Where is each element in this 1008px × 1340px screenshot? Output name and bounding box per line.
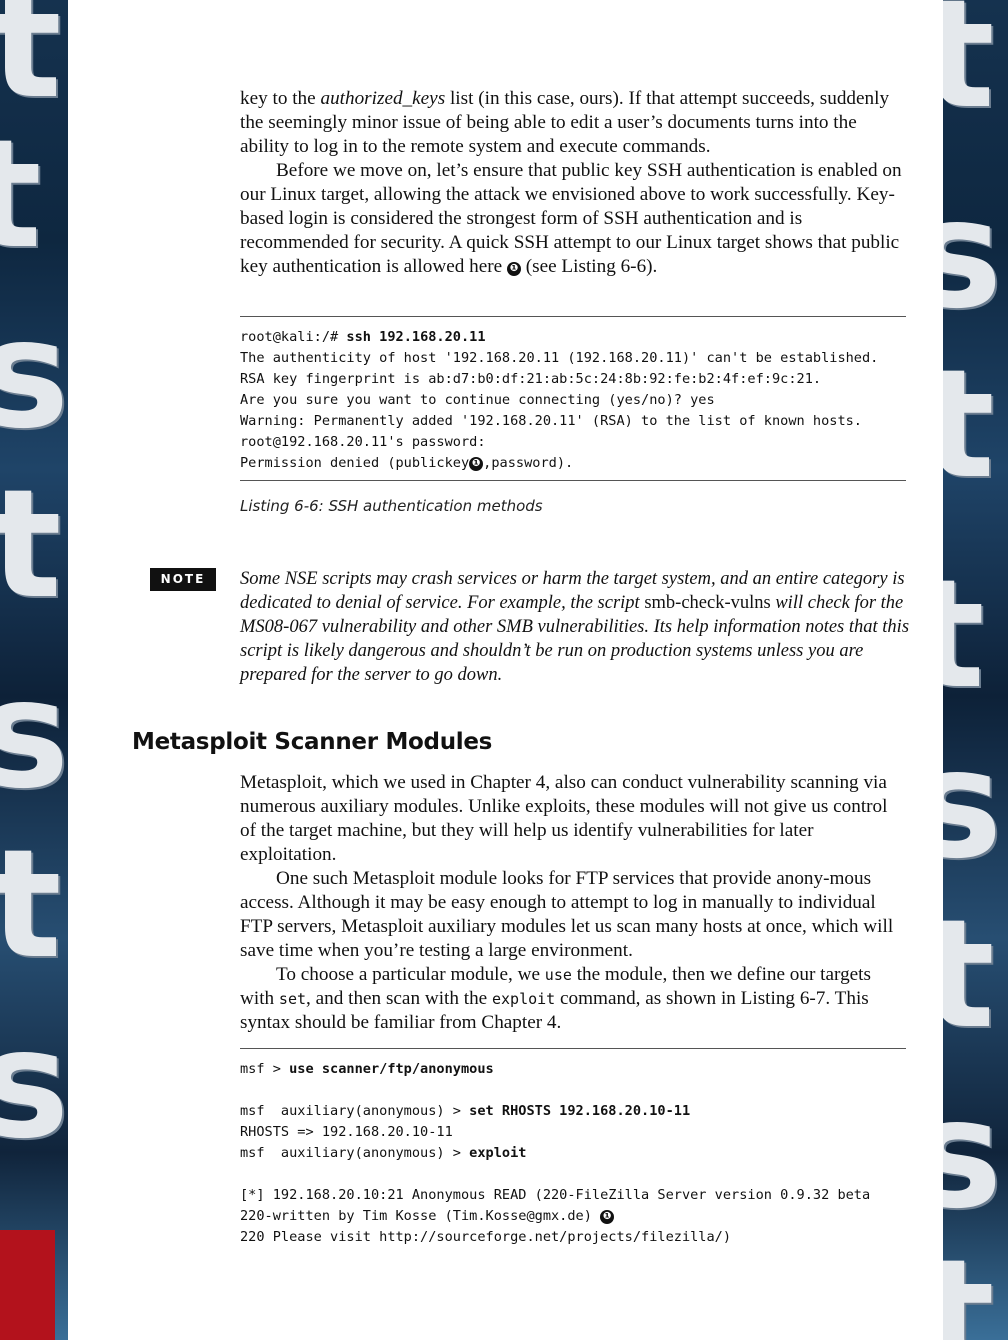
- inline-code: use: [544, 966, 572, 984]
- strip-letter: t: [943, 548, 985, 722]
- strip-letter: t: [0, 818, 62, 992]
- strip-letter: s: [943, 1068, 1003, 1242]
- paragraph: One such Metasploit module looks for FTP…: [240, 868, 894, 961]
- code-line: The authenticity of host '192.168.20.11 …: [240, 350, 879, 366]
- inline-code: exploit: [491, 990, 556, 1008]
- code-line: root@192.168.20.11's password:: [240, 434, 486, 450]
- strip-letter: s: [943, 718, 1003, 892]
- code-line: msf > use scanner/ftp/anonymous: [240, 1061, 494, 1077]
- code-listing-6-6: root@kali:/# ssh 192.168.20.11 The authe…: [240, 316, 906, 481]
- code-line: 220 Please visit http://sourceforge.net/…: [240, 1229, 732, 1245]
- code-line: RSA key fingerprint is ab:d7:b0:df:21:ab…: [240, 371, 822, 387]
- code-line: [*] 192.168.20.10:21 Anonymous READ (220…: [240, 1187, 871, 1203]
- left-decorative-strip: t t s t s t s: [0, 0, 68, 1340]
- inline-code: set: [278, 990, 307, 1008]
- red-accent: [0, 1230, 55, 1340]
- strip-letter: t: [943, 338, 995, 512]
- strip-letter: s: [0, 648, 68, 822]
- paragraph: Before we move on, let’s ensure that pub…: [240, 159, 906, 279]
- code-line: Permission denied (publickey ❶ ,password).: [240, 455, 574, 471]
- code-line: msf auxiliary(anonymous) > set RHOSTS 19…: [240, 1103, 691, 1119]
- paragraph-text: key to the: [240, 88, 321, 109]
- callout-marker-icon: ❶: [506, 262, 521, 276]
- intro-text: key to the authorized_keys list (in this…: [240, 87, 906, 279]
- section-body: Metasploit, which we used in Chapter 4, …: [240, 771, 906, 1035]
- callout-marker-icon: ❶: [469, 457, 484, 471]
- callout-marker-icon: ❶: [600, 1210, 615, 1224]
- code-line: Are you sure you want to continue connec…: [240, 392, 715, 408]
- strip-letter: s: [943, 168, 1003, 342]
- strip-letter: s: [0, 998, 68, 1172]
- strip-letter: t: [943, 0, 995, 142]
- listing-caption: Listing 6-6: SSH authentication methods: [240, 497, 543, 515]
- right-decorative-strip: t s t t s t s t: [943, 0, 1008, 1340]
- section-heading: Metasploit Scanner Modules: [132, 729, 493, 755]
- strip-letter: s: [0, 288, 68, 462]
- strip-letter: t: [0, 0, 62, 132]
- note-text: Some NSE scripts may crash services or h…: [240, 569, 910, 685]
- paragraph: To choose a particular module, we use th…: [240, 964, 871, 1033]
- code-line: root@kali:/# ssh 192.168.20.11: [240, 329, 486, 345]
- strip-letter: t: [943, 1228, 995, 1340]
- code-line: Warning: Permanently added '192.168.20.1…: [240, 413, 862, 429]
- strip-letter: t: [0, 108, 42, 282]
- strip-letter: t: [943, 888, 995, 1062]
- file-name-italic: authorized_keys: [320, 88, 446, 109]
- script-name: smb-check-vulns: [644, 593, 771, 613]
- paragraph: Metasploit, which we used in Chapter 4, …: [240, 772, 888, 865]
- code-line: msf auxiliary(anonymous) > exploit: [240, 1145, 527, 1161]
- paragraph: key to the authorized_keys list (in this…: [240, 87, 906, 159]
- note-badge: NOTE: [150, 568, 216, 591]
- strip-letter: t: [0, 458, 62, 632]
- code-line: RHOSTS => 192.168.20.10-11: [240, 1124, 453, 1140]
- code-line: 220-written by Tim Kosse (Tim.Kosse@gmx.…: [240, 1206, 906, 1227]
- paragraph-text: (see Listing 6-6).: [520, 256, 658, 277]
- code-listing-6-7: msf > use scanner/ftp/anonymous msf auxi…: [240, 1048, 906, 1248]
